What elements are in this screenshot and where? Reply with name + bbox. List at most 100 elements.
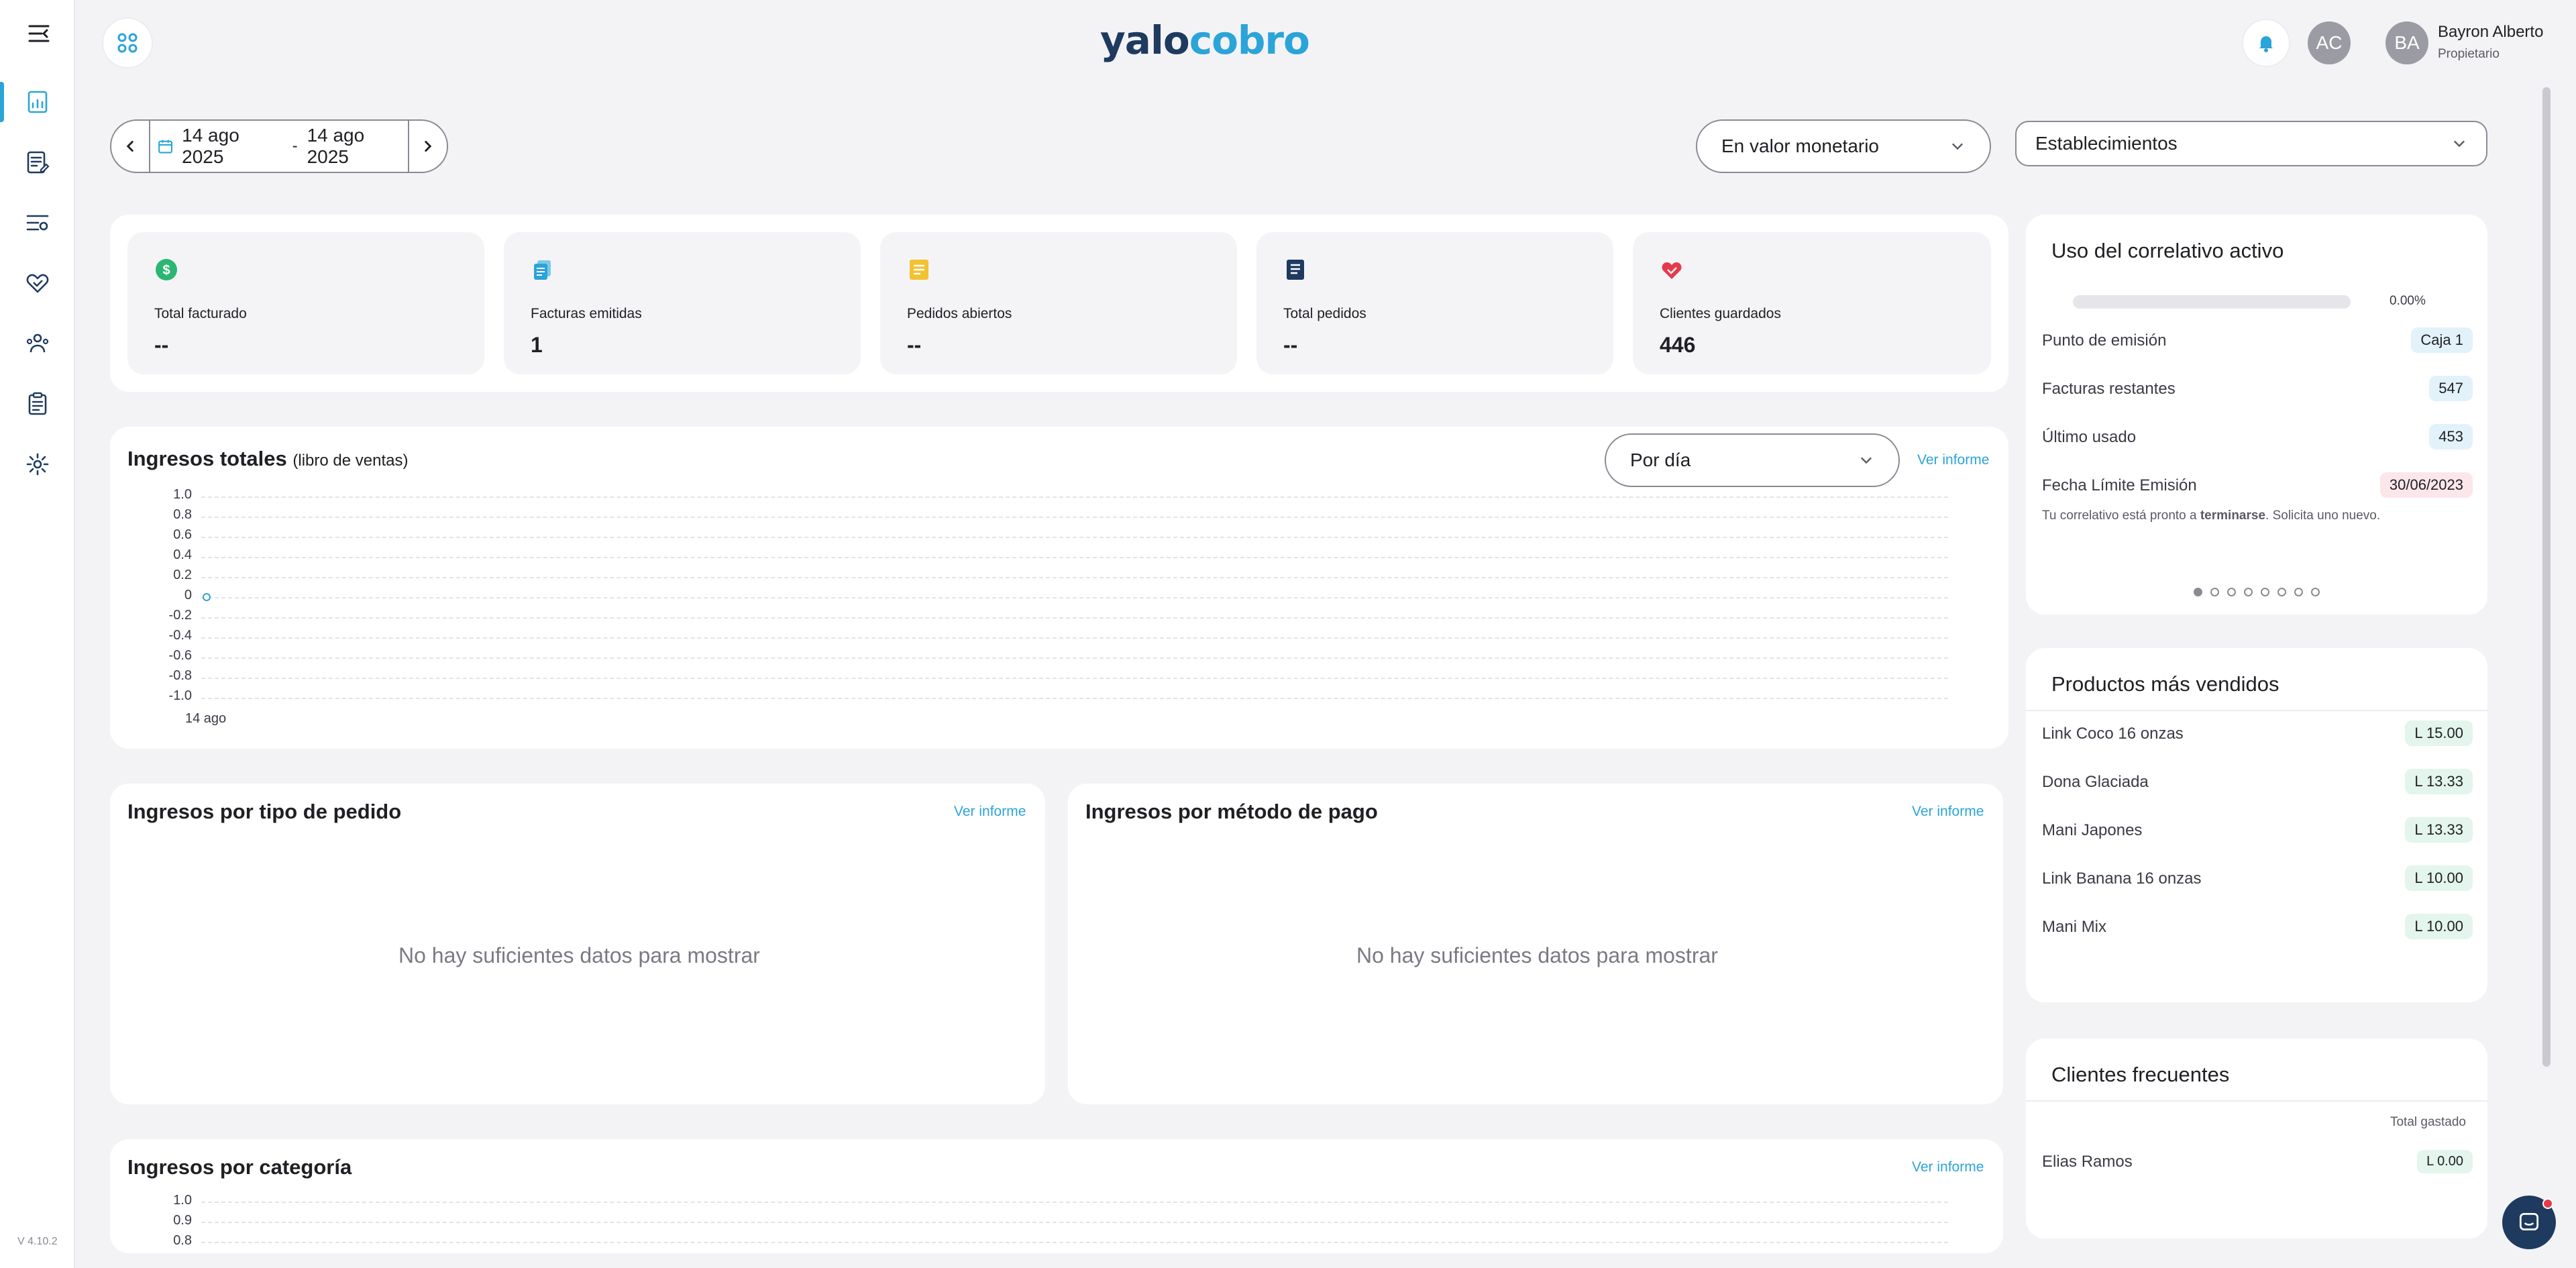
chat-notification-dot <box>2542 1198 2553 1209</box>
heart-hand-icon <box>1662 262 1682 279</box>
carousel-dot[interactable] <box>2194 588 2202 596</box>
empty-state-message: No hay suficientes datos para mostrar <box>398 943 760 967</box>
row-label: Facturas restantes <box>2042 380 2176 398</box>
user-avatar[interactable]: BA <box>2385 21 2428 64</box>
dollar-circle-icon: $ <box>156 259 177 280</box>
payment-method-report-link[interactable]: Ver informe <box>1912 804 1984 820</box>
chevron-down-icon <box>1860 457 1872 464</box>
row-value: Caja 1 <box>2411 327 2473 353</box>
stat-total-pedidos: Total pedidos -- <box>1256 232 1613 374</box>
note-text: Tu correlativo está pronto a <box>2042 509 2200 523</box>
x-tick: 14 ago <box>185 711 227 726</box>
prev-date-button[interactable] <box>111 121 149 172</box>
product-name: Link Banana 16 onzas <box>2042 869 2202 888</box>
order-type-report-link[interactable]: Ver informe <box>954 804 1026 820</box>
carousel-dot[interactable] <box>2210 588 2219 596</box>
stat-label: Clientes guardados <box>1660 306 1781 321</box>
y-tick: 0 <box>184 588 192 602</box>
stat-value: 446 <box>1660 333 1696 357</box>
divider <box>2026 1100 2487 1102</box>
row-value: 547 <box>2429 376 2473 401</box>
stat-label: Total facturado <box>154 306 247 321</box>
payment-method-card: Ingresos por método de pago Ver informe … <box>1068 784 2003 1104</box>
list-settings-icon <box>26 215 49 231</box>
y-tick: -0.8 <box>168 668 192 683</box>
category-card: Ingresos por categoría Ver informe 1.0 0… <box>110 1139 2003 1253</box>
gridline <box>201 698 1948 699</box>
y-tick: 0.6 <box>173 527 192 542</box>
bell-icon <box>2259 36 2273 52</box>
sidebar-item-dashboard[interactable] <box>0 75 75 129</box>
stat-pedidos-abiertos: Pedidos abiertos -- <box>880 232 1237 374</box>
category-report-link[interactable]: Ver informe <box>1912 1159 1984 1175</box>
stat-clientes-guardados: Clientes guardados 446 <box>1633 232 1991 374</box>
carousel-dot[interactable] <box>2261 588 2269 596</box>
carousel-dot[interactable] <box>2244 588 2253 596</box>
sidebar-item-clients[interactable] <box>0 256 75 310</box>
y-tick: 1.0 <box>173 487 192 502</box>
column-header: Total gastado <box>2390 1115 2466 1129</box>
client-value: L 0.00 <box>2417 1150 2473 1173</box>
correlativo-card: Uso del correlativo activo 0.00% Punto d… <box>2026 215 2487 615</box>
y-tick: 0.9 <box>173 1213 192 1228</box>
page-scrollbar[interactable] <box>2542 87 2551 1067</box>
sidebar-item-settings[interactable] <box>0 437 75 491</box>
correlativo-progress-label: 0.00% <box>2390 294 2426 308</box>
product-value: L 10.00 <box>2405 914 2473 939</box>
revenue-report-link[interactable]: Ver informe <box>1917 452 1989 468</box>
apps-grid-button[interactable] <box>102 17 153 68</box>
calendar-icon <box>158 140 173 154</box>
carousel-dot[interactable] <box>2294 588 2303 596</box>
top-products-title: Productos más vendidos <box>2051 672 2279 696</box>
heart-handshake-icon <box>26 274 49 293</box>
divider <box>2026 710 2487 711</box>
y-tick: -0.2 <box>168 608 192 623</box>
row-label: Fecha Límite Emisión <box>2042 476 2197 494</box>
menu-toggle-icon[interactable] <box>27 20 54 47</box>
date-from: 14 ago 2025 <box>182 125 239 167</box>
sidebar: V 4.10.2 <box>0 0 75 1268</box>
sidebar-item-invoices[interactable] <box>0 136 75 189</box>
y-tick: 0.8 <box>173 1233 192 1248</box>
chat-icon <box>2519 1212 2539 1230</box>
frequent-clients-card: Clientes frecuentes Total gastado Elias … <box>2026 1039 2487 1238</box>
establishments-select[interactable]: Establecimientos <box>2015 121 2487 166</box>
client-name: Elias Ramos <box>2042 1153 2133 1171</box>
clipboard-icon <box>28 392 47 415</box>
chat-button[interactable] <box>2502 1196 2556 1249</box>
carousel-dot[interactable] <box>2277 588 2286 596</box>
sidebar-item-orders[interactable] <box>0 377 75 431</box>
chevron-down-icon <box>2453 140 2465 148</box>
carousel-dot[interactable] <box>2311 588 2320 596</box>
product-name: Link Coco 16 onzas <box>2042 725 2184 743</box>
value-mode-value: En valor monetario <box>1721 136 1880 156</box>
row-label: Último usado <box>2042 428 2137 446</box>
product-value: L 10.00 <box>2405 865 2473 891</box>
stat-total-facturado: $ Total facturado -- <box>127 232 484 374</box>
chart-report-icon <box>28 91 48 113</box>
documents-icon <box>534 260 551 280</box>
people-group-icon <box>26 333 49 353</box>
svg-text:$: $ <box>162 263 170 278</box>
logo-text-cobro: cobro <box>1189 17 1310 63</box>
sidebar-item-filters[interactable] <box>0 196 75 250</box>
date-range-field[interactable]: 14 ago 2025 - 14 ago 2025 <box>149 121 409 172</box>
y-tick: -1.0 <box>168 688 192 703</box>
notifications-button[interactable] <box>2242 19 2290 67</box>
product-name: Mani Mix <box>2042 918 2107 936</box>
establishments-value: Establecimientos <box>2035 133 2178 154</box>
user-name[interactable]: Bayron Alberto <box>2438 23 2543 42</box>
date-range-picker: 14 ago 2025 - 14 ago 2025 <box>110 119 448 173</box>
next-date-button[interactable] <box>409 121 447 172</box>
y-tick: 1.0 <box>173 1193 192 1208</box>
carousel-dot[interactable] <box>2227 588 2236 596</box>
product-value: L 13.33 <box>2405 769 2473 794</box>
chevron-down-icon <box>1951 143 1964 150</box>
sidebar-item-users[interactable] <box>0 317 75 370</box>
value-mode-select[interactable]: En valor monetario <box>1696 119 1991 173</box>
document-edit-icon <box>27 151 50 174</box>
period-select[interactable]: Por día <box>1605 433 1900 487</box>
avatar-ac[interactable]: AC <box>2308 21 2351 64</box>
data-point[interactable] <box>203 593 211 601</box>
top-products-card: Productos más vendidos Link Coco 16 onza… <box>2026 648 2487 1002</box>
